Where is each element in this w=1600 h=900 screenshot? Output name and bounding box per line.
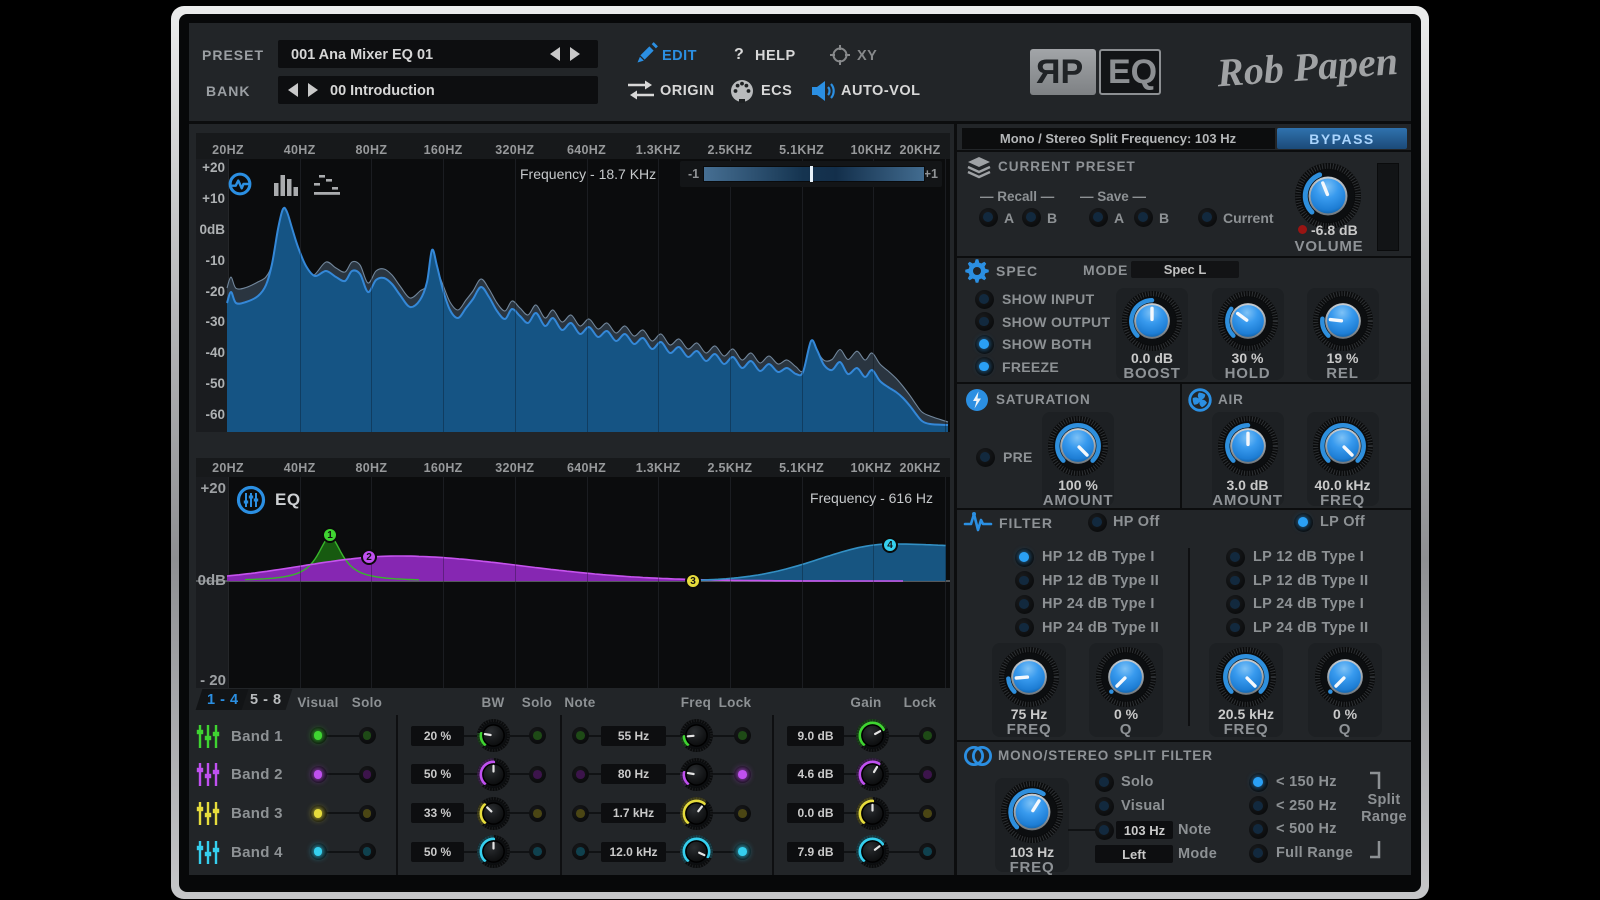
svg-text:Rob Papen: Rob Papen [1215,38,1400,96]
